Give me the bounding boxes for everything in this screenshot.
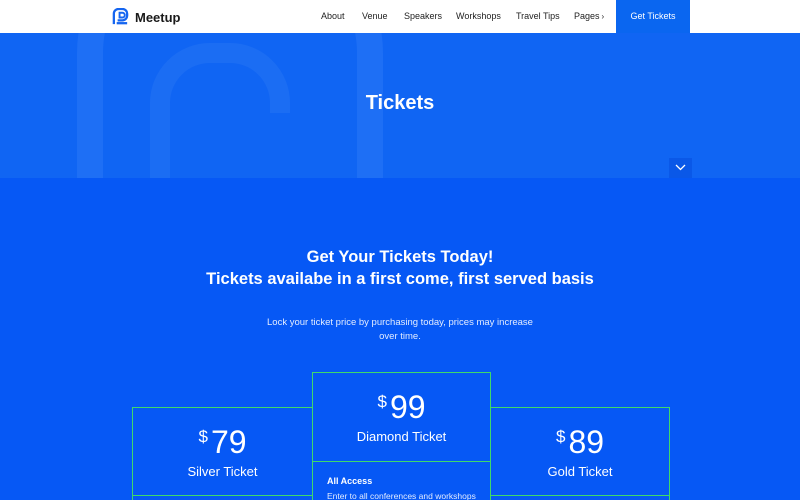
currency-symbol: $ [555, 427, 566, 446]
ticket-name: Gold Ticket [547, 464, 613, 479]
heading-line-2: Tickets availabe in a first come, first … [206, 270, 594, 288]
nav-travel-tips[interactable]: Travel Tips [516, 0, 560, 33]
nav-speakers[interactable]: Speakers [404, 0, 442, 33]
hero-banner: Tickets [0, 33, 800, 178]
nav-workshops[interactable]: Workshops [456, 0, 501, 33]
price-amount: 89 [568, 424, 605, 460]
ticket-price: $79 [133, 424, 312, 461]
chevron-down-icon [675, 164, 686, 171]
scroll-down-button[interactable] [669, 158, 692, 178]
ticket-card-diamond[interactable]: $99 Diamond Ticket All Access Enter to a… [312, 372, 491, 500]
ticket-name: Diamond Ticket [356, 429, 447, 444]
heading-line-1: Get Your Tickets Today! [306, 248, 494, 266]
nav-pages-label: Pages [574, 11, 600, 21]
nav-venue[interactable]: Venue [362, 0, 388, 33]
section-subtext: Lock your ticket price by purchasing tod… [267, 317, 533, 342]
currency-symbol: $ [377, 392, 387, 411]
brand-logo[interactable]: Meetup [111, 7, 181, 27]
ticket-name: Silver Ticket [187, 464, 258, 479]
card-divider [491, 495, 669, 496]
brand-name: Meetup [135, 9, 181, 25]
feature-title: All Access [327, 476, 373, 486]
ticket-card-silver[interactable]: $79 Silver Ticket [132, 407, 313, 500]
top-navbar: Meetup About Venue Speakers Workshops Tr… [0, 0, 800, 33]
section-heading: Get Your Tickets Today! Tickets availabe… [200, 246, 600, 290]
feature-description: Enter to all conferences and workshops [327, 491, 476, 500]
card-divider [313, 461, 490, 462]
price-amount: 79 [210, 424, 247, 460]
nav-about[interactable]: About [321, 0, 345, 33]
get-tickets-button[interactable]: Get Tickets [616, 0, 690, 33]
ticket-price: $89 [491, 424, 669, 461]
ticket-card-gold[interactable]: $89 Gold Ticket [490, 407, 670, 500]
meetup-logo-icon [112, 7, 129, 24]
currency-symbol: $ [198, 427, 208, 446]
chevron-right-icon: › [601, 12, 605, 21]
card-divider [133, 495, 312, 496]
page-title: Tickets [365, 92, 435, 114]
nav-pages[interactable]: Pages › [574, 0, 604, 33]
ticket-price: $99 [313, 389, 490, 426]
price-amount: 99 [389, 389, 426, 425]
